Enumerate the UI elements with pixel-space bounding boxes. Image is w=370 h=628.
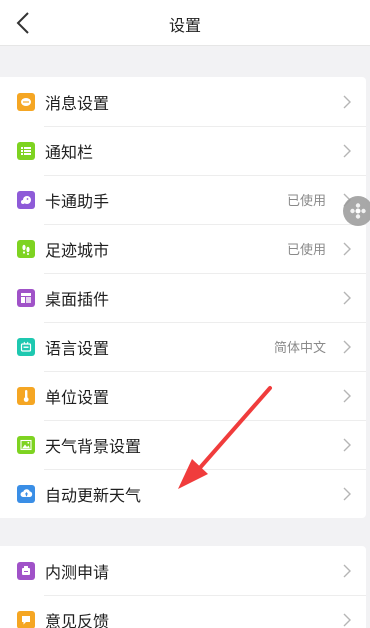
floating-assistant-button[interactable] bbox=[343, 196, 370, 226]
flower-icon bbox=[350, 203, 366, 219]
chevron-right-icon bbox=[343, 144, 351, 157]
page-title: 设置 bbox=[168, 16, 201, 35]
settings-list-secondary: 内测申请 意见反馈 bbox=[0, 546, 366, 628]
settings-list: 消息设置 通知栏 卡通助手 已使用 足迹城市 已使用 桌面插件 语言设置 简体中… bbox=[0, 77, 366, 518]
list-icon bbox=[17, 141, 35, 160]
chevron-right-icon bbox=[343, 438, 351, 451]
settings-item-notification-bar[interactable]: 通知栏 bbox=[0, 126, 366, 175]
settings-item-footprint-city[interactable]: 足迹城市 已使用 bbox=[0, 224, 366, 273]
chevron-right-icon bbox=[343, 242, 351, 255]
settings-item-auto-update-weather[interactable]: 自动更新天气 bbox=[0, 469, 366, 518]
settings-item-value: 简体中文 bbox=[273, 341, 326, 356]
top-bar: 设置 bbox=[0, 0, 370, 46]
settings-item-label: 天气背景设置 bbox=[45, 436, 142, 456]
settings-item-label: 语言设置 bbox=[45, 338, 110, 358]
settings-item-weather-background[interactable]: 天气背景设置 bbox=[0, 420, 366, 469]
chevron-right-icon bbox=[343, 95, 351, 108]
settings-item-label: 自动更新天气 bbox=[45, 485, 142, 505]
message-icon bbox=[17, 92, 35, 111]
settings-item-value: 已使用 bbox=[286, 243, 326, 258]
settings-item-label: 卡通助手 bbox=[45, 191, 110, 211]
thermometer-icon bbox=[17, 386, 35, 405]
footprint-icon bbox=[17, 239, 35, 258]
settings-item-language[interactable]: 语言设置 简体中文 bbox=[0, 322, 366, 371]
beta-icon bbox=[17, 561, 35, 580]
settings-item-label: 通知栏 bbox=[45, 142, 94, 162]
settings-item-label: 内测申请 bbox=[45, 562, 110, 582]
settings-item-label: 消息设置 bbox=[45, 93, 110, 113]
settings-item-feedback[interactable]: 意见反馈 bbox=[0, 595, 366, 628]
settings-item-desktop-widget[interactable]: 桌面插件 bbox=[0, 273, 366, 322]
feedback-icon bbox=[17, 610, 35, 628]
settings-item-label: 意见反馈 bbox=[45, 611, 110, 628]
settings-item-label: 桌面插件 bbox=[45, 289, 110, 309]
language-icon bbox=[17, 337, 35, 356]
chevron-right-icon bbox=[343, 389, 351, 402]
image-icon bbox=[17, 435, 35, 454]
cloud-upload-icon bbox=[17, 484, 35, 503]
widget-icon bbox=[17, 288, 35, 307]
cartoon-icon bbox=[17, 190, 35, 209]
chevron-right-icon bbox=[343, 564, 351, 577]
settings-item-message[interactable]: 消息设置 bbox=[0, 77, 366, 126]
settings-item-label: 足迹城市 bbox=[45, 240, 110, 260]
chevron-right-icon bbox=[343, 340, 351, 353]
chevron-right-icon bbox=[343, 487, 351, 500]
chevron-right-icon bbox=[343, 613, 351, 626]
settings-item-cartoon-assistant[interactable]: 卡通助手 已使用 bbox=[0, 175, 366, 224]
settings-item-unit[interactable]: 单位设置 bbox=[0, 371, 366, 420]
settings-item-beta-application[interactable]: 内测申请 bbox=[0, 546, 366, 595]
chevron-right-icon bbox=[343, 291, 351, 304]
settings-item-label: 单位设置 bbox=[45, 387, 110, 407]
settings-item-value: 已使用 bbox=[286, 194, 326, 209]
